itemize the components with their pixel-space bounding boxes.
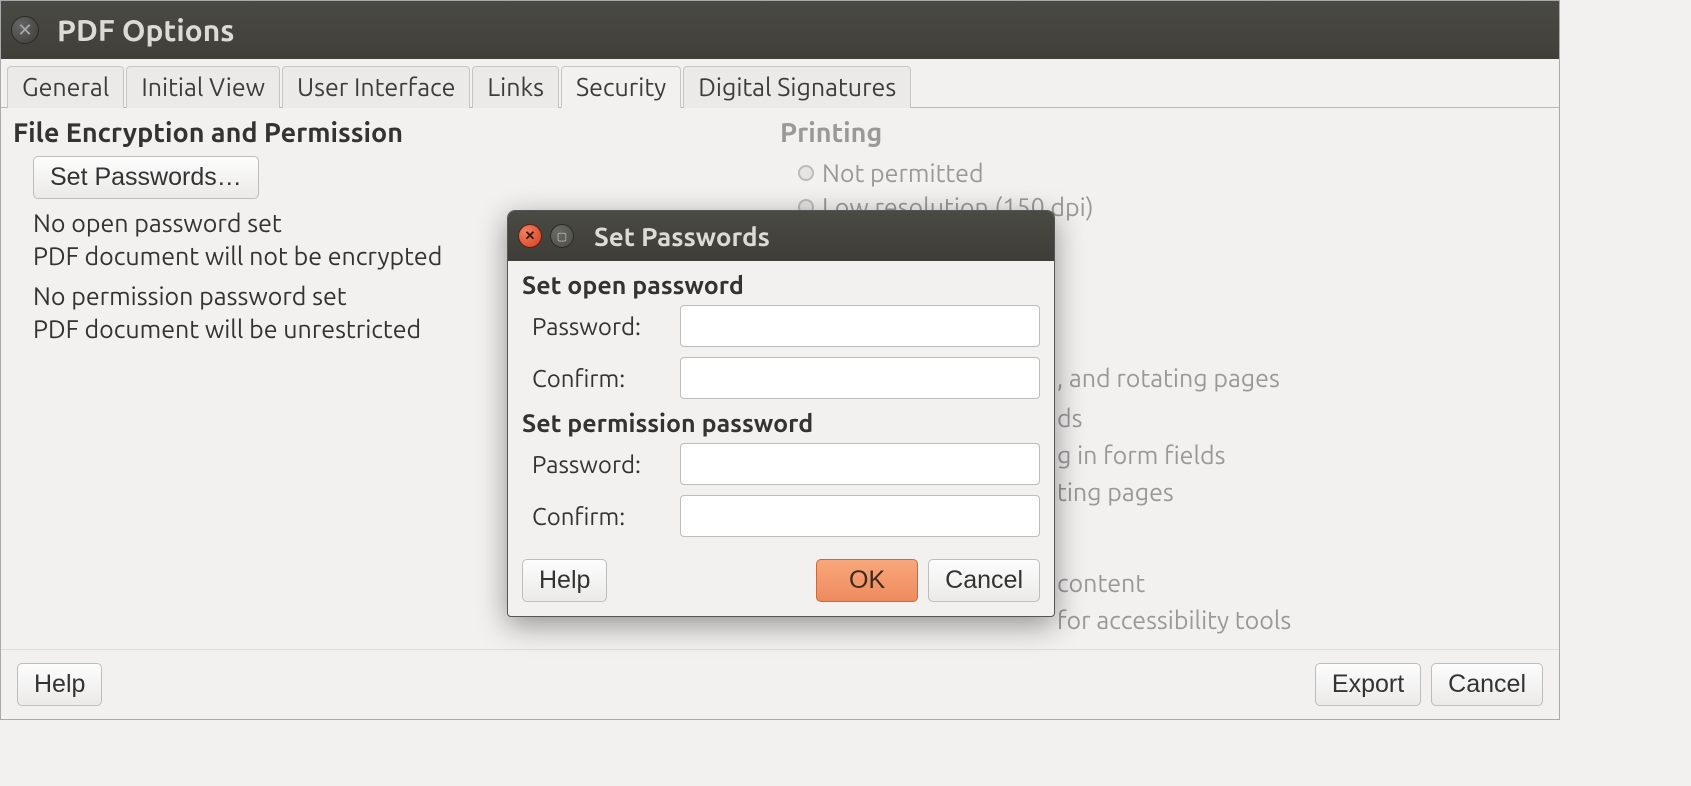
radio-label: Not permitted: [822, 159, 984, 187]
bottom-bar: Help Export Cancel: [1, 649, 1559, 719]
printing-section-title: Printing: [780, 118, 1547, 148]
tabs: General Initial View User Interface Link…: [1, 59, 1559, 108]
modal-title: Set Passwords: [594, 222, 770, 251]
fragment-text: content: [1057, 569, 1145, 597]
open-password-label: Password:: [532, 313, 680, 340]
permission-password-section: Set permission password: [522, 409, 1040, 437]
open-confirm-input[interactable]: [680, 357, 1040, 399]
tab-user-interface[interactable]: User Interface: [282, 66, 470, 108]
fragment-text: g in form fields: [1057, 441, 1226, 469]
radio-icon: [798, 165, 814, 181]
open-password-section: Set open password: [522, 271, 1040, 299]
perm-password-label: Password:: [532, 451, 680, 478]
fragment-text: , and rotating pages: [1057, 364, 1280, 392]
fragment-text: for accessibility tools: [1057, 606, 1291, 634]
open-confirm-label: Confirm:: [532, 365, 680, 392]
close-icon[interactable]: ✕: [11, 16, 39, 44]
titlebar: ✕ PDF Options: [1, 1, 1559, 59]
maximize-icon[interactable]: ▢: [550, 224, 574, 248]
perm-confirm-label: Confirm:: [532, 503, 680, 530]
tab-security[interactable]: Security: [561, 66, 681, 108]
fragment-text: ds: [1057, 404, 1082, 432]
perm-password-input[interactable]: [680, 443, 1040, 485]
close-icon[interactable]: ✕: [518, 224, 542, 248]
set-passwords-dialog: ✕ ▢ Set Passwords Set open password Pass…: [507, 210, 1055, 617]
fragment-text: ting pages: [1057, 478, 1174, 506]
window-title: PDF Options: [57, 13, 234, 47]
export-button[interactable]: Export: [1315, 663, 1421, 706]
printing-not-permitted: Not permitted: [780, 156, 1547, 190]
set-passwords-button[interactable]: Set Passwords…: [33, 156, 259, 199]
tab-digital-signatures[interactable]: Digital Signatures: [683, 66, 911, 108]
modal-buttons: Help OK Cancel: [508, 551, 1054, 616]
tab-links[interactable]: Links: [472, 66, 559, 108]
ok-button[interactable]: OK: [816, 559, 918, 602]
modal-cancel-button[interactable]: Cancel: [928, 559, 1040, 602]
perm-confirm-input[interactable]: [680, 495, 1040, 537]
help-button[interactable]: Help: [17, 663, 102, 706]
cancel-button[interactable]: Cancel: [1431, 663, 1543, 706]
modal-help-button[interactable]: Help: [522, 559, 607, 602]
modal-body: Set open password Password: Confirm: Set…: [508, 261, 1054, 551]
encryption-section-title: File Encryption and Permission: [13, 118, 780, 148]
modal-titlebar: ✕ ▢ Set Passwords: [508, 211, 1054, 261]
tab-general[interactable]: General: [7, 66, 124, 108]
tab-initial-view[interactable]: Initial View: [126, 66, 280, 108]
open-password-input[interactable]: [680, 305, 1040, 347]
